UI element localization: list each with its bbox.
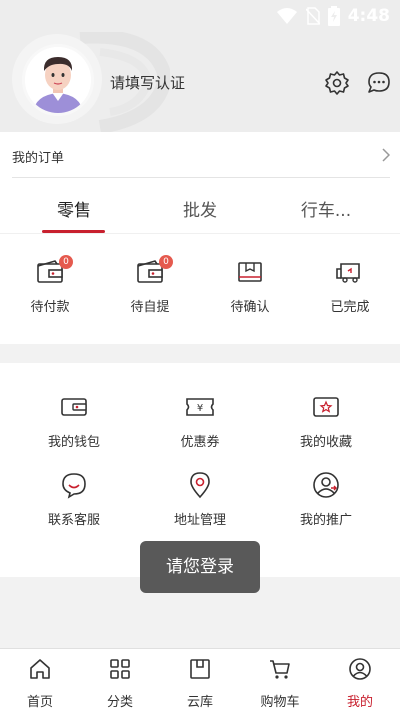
service-customer-support[interactable]: 联系客服: [19, 471, 129, 528]
box-icon: [238, 262, 262, 282]
status-pending-confirm[interactable]: 待确认: [200, 260, 300, 315]
my-orders-row[interactable]: 我的订单: [12, 132, 390, 178]
wallet-icon: [61, 398, 87, 416]
service-label: 地址管理: [173, 513, 226, 528]
service-promotion[interactable]: 我的推广: [271, 471, 381, 528]
tab-label: 首页: [26, 695, 53, 710]
favorites-star-icon: [313, 397, 339, 417]
delivery-truck-icon: [336, 263, 360, 283]
notification-badge: 0: [59, 255, 73, 269]
status-label: 待确认: [230, 300, 270, 315]
profile-header: 请填写认证: [0, 32, 400, 132]
status-pending-pickup[interactable]: 0 待自提: [100, 255, 200, 315]
my-orders-title: 我的订单: [12, 151, 65, 166]
order-type-tabs: 零售 批发 行车...: [0, 178, 400, 234]
battery-icon: [327, 6, 340, 26]
customer-service-icon: [62, 473, 86, 499]
tab-label: 云库: [186, 695, 213, 710]
location-pin-icon: [190, 472, 210, 499]
svg-text:¥: ¥: [197, 403, 203, 414]
tab-label: 我的: [346, 695, 373, 710]
settings-gear-icon[interactable]: [324, 70, 350, 96]
avatar[interactable]: [22, 44, 94, 116]
wifi-icon: [276, 8, 297, 24]
orders-card: 我的订单 零售 批发 行车... 0 待付款 0 待自提 待确认 已完成: [0, 132, 400, 344]
user-name[interactable]: 请填写认证: [110, 72, 185, 93]
service-label: 我的收藏: [299, 435, 352, 450]
tab-label: 购物车: [260, 695, 300, 710]
service-label: 联系客服: [47, 513, 100, 528]
home-icon: [30, 659, 50, 679]
tab-home[interactable]: 首页: [0, 657, 80, 710]
status-label: 待自提: [130, 300, 170, 315]
tab-categories[interactable]: 分类: [80, 657, 160, 710]
tab-label: 分类: [106, 695, 133, 710]
status-completed[interactable]: 已完成: [300, 260, 400, 315]
avatar-illustration: [25, 47, 91, 113]
service-address[interactable]: 地址管理: [145, 471, 255, 528]
tab-cloud-store[interactable]: 云库: [160, 657, 240, 710]
no-sim-icon: [305, 7, 320, 25]
tab-car[interactable]: 行车...: [266, 196, 386, 221]
tab-cart[interactable]: 购物车: [240, 657, 320, 710]
bottom-tab-bar: 首页 分类 云库 购物车 我的: [0, 648, 400, 711]
service-coupons[interactable]: ¥ 优惠券: [145, 393, 255, 450]
service-label: 我的钱包: [47, 435, 100, 450]
clock: 4:48: [347, 6, 390, 26]
notification-badge: 0: [159, 255, 173, 269]
service-favorites[interactable]: 我的收藏: [271, 393, 381, 450]
warehouse-box-icon: [190, 659, 210, 679]
tab-mine[interactable]: 我的: [320, 657, 400, 710]
status-label: 已完成: [330, 300, 370, 315]
chevron-right-icon: [382, 148, 390, 162]
active-tab-indicator: [42, 230, 105, 233]
grid-icon: [110, 659, 130, 679]
service-label: 我的推广: [299, 513, 352, 528]
status-label: 待付款: [30, 300, 70, 315]
message-icon[interactable]: [366, 70, 392, 96]
coupon-ticket-icon: ¥: [186, 398, 214, 416]
login-toast: 请您登录: [140, 541, 260, 593]
shopping-cart-icon: [270, 660, 290, 679]
status-icons: 4:48: [276, 6, 390, 26]
user-promotion-icon: [313, 472, 339, 498]
status-bar: 4:48: [0, 0, 400, 32]
service-wallet[interactable]: 我的钱包: [19, 393, 129, 450]
tab-retail[interactable]: 零售: [14, 196, 134, 221]
user-icon: [349, 658, 371, 680]
service-label: 优惠券: [180, 435, 220, 450]
tab-wholesale[interactable]: 批发: [140, 196, 260, 221]
status-pending-payment[interactable]: 0 待付款: [0, 255, 100, 315]
